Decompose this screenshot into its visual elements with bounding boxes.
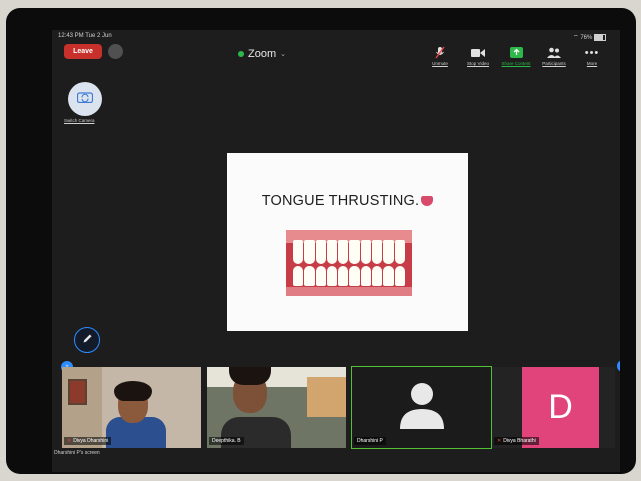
switch-camera-button[interactable] [68,82,102,116]
video-camera-icon [471,46,485,59]
switch-camera-icon [76,90,94,108]
share-screen-icon [509,46,523,59]
muted-mic-icon: ✕ [67,438,72,444]
tablet-frame: 12:43 PM Tue 2 Jun ⌔ 76% Leave Zoom ⌄ Un… [6,8,636,474]
leave-menu-dot[interactable] [108,44,123,59]
participant-tile-dharshini-p[interactable]: Dharshini P [351,366,492,449]
stop-video-button[interactable]: Stop Video [464,46,492,66]
teeth-photo [286,230,412,296]
wifi-icon: ⌔ [573,35,579,41]
meeting-toolbar: Unmute Stop Video Share Content Particip… [426,46,606,67]
collapse-gallery-button[interactable]: – [617,360,620,372]
participant-tile-deepthika-b[interactable]: Deepthika. B [207,367,346,448]
chevron-down-icon: ⌄ [280,51,286,58]
secure-connection-dot [238,51,244,57]
status-battery: ⌔ 76% [573,33,606,41]
zoom-meeting-screen: 12:43 PM Tue 2 Jun ⌔ 76% Leave Zoom ⌄ Un… [52,30,620,472]
muted-mic-icon: ✕ [497,438,502,444]
participant-name: Deepthika. B [209,437,244,445]
participants-icon [547,46,561,59]
slide-title: TONGUE THRUSTING. [227,193,468,209]
battery-icon [594,33,606,41]
camera-caption: Dharshini P's screen [54,450,100,456]
shared-slide: TONGUE THRUSTING. [227,153,468,331]
avatar: D [522,367,599,448]
participant-name: Dharshini P [354,437,386,445]
leave-button[interactable]: Leave [64,44,102,59]
tongue-emoji-icon [421,196,434,207]
meeting-title[interactable]: Zoom ⌄ [238,48,286,60]
participant-name: ✕ Divya Dharshini [64,437,112,445]
participants-button[interactable]: Participants [540,46,568,66]
participant-name: ✕ Divya Bharathi [494,437,539,445]
muted-mic-icon [435,46,445,59]
share-content-button[interactable]: Share Content [501,46,531,66]
annotate-button[interactable] [74,327,100,353]
participant-tile-divya-bharathi[interactable]: D ✕ Divya Bharathi [492,367,615,448]
participant-tile-divya-dharshini[interactable]: ✕ Divya Dharshini [62,367,201,448]
more-button[interactable]: ••• More [578,46,606,67]
unmute-button[interactable]: Unmute [426,46,454,66]
switch-camera-label: Switch Camera [64,118,95,123]
more-dots-icon: ••• [584,46,600,59]
pencil-icon [82,331,93,349]
status-time: 12:43 PM Tue 2 Jun [58,33,112,39]
avatar-placeholder-icon [400,383,444,429]
